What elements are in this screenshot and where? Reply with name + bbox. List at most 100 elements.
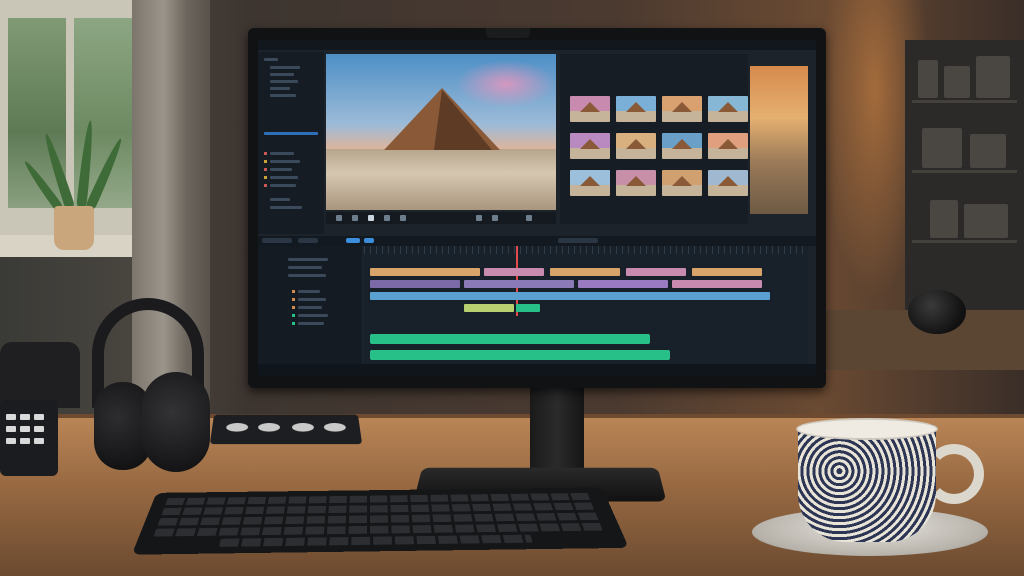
- media-thumbnail[interactable]: [570, 133, 610, 159]
- track-header[interactable]: [298, 306, 322, 309]
- phone-key: [20, 438, 30, 444]
- phone-key: [34, 414, 44, 420]
- scissors-icon[interactable]: [476, 215, 482, 221]
- browser-item[interactable]: [270, 198, 290, 201]
- track-header[interactable]: [298, 314, 328, 317]
- program-viewer[interactable]: [326, 54, 556, 210]
- color-tag-icon: [264, 168, 267, 171]
- media-thumbnail[interactable]: [570, 170, 610, 196]
- play-icon[interactable]: [368, 215, 374, 221]
- browser-item[interactable]: [270, 206, 302, 209]
- track-header[interactable]: [288, 266, 322, 269]
- browser-item[interactable]: [270, 184, 296, 187]
- browser-item[interactable]: [270, 80, 298, 83]
- phone-key: [6, 414, 16, 420]
- video-clip[interactable]: [484, 268, 544, 276]
- browser-item[interactable]: [270, 176, 298, 179]
- track-header[interactable]: [288, 274, 326, 277]
- desk-phone: [0, 400, 58, 476]
- color-tag-icon: [264, 184, 267, 187]
- color-tag-icon: [264, 152, 267, 155]
- browser-item[interactable]: [270, 94, 296, 97]
- audio-clip[interactable]: [370, 334, 650, 344]
- media-thumbnail[interactable]: [616, 96, 656, 122]
- video-clip[interactable]: [692, 268, 762, 276]
- track-header[interactable]: [298, 298, 326, 301]
- shelf-item: [944, 66, 970, 98]
- transport-controls: [326, 212, 556, 224]
- pad-button: [258, 423, 280, 432]
- video-clip[interactable]: [550, 268, 620, 276]
- dark-speaker: [908, 290, 966, 334]
- audio-clip[interactable]: [370, 350, 670, 360]
- browser-item[interactable]: [270, 73, 294, 76]
- status-bar: [258, 364, 816, 376]
- timeline-tab[interactable]: [558, 238, 598, 243]
- gear-icon[interactable]: [526, 215, 532, 221]
- timeline[interactable]: [364, 246, 808, 364]
- media-thumbnail[interactable]: [662, 133, 702, 159]
- color-tag-icon: [264, 160, 267, 163]
- video-clip[interactable]: [464, 304, 514, 312]
- browser-item[interactable]: [270, 66, 300, 69]
- video-clip[interactable]: [370, 268, 480, 276]
- timeline-tab-active[interactable]: [346, 238, 360, 243]
- browser-item[interactable]: [264, 58, 278, 61]
- media-thumbnail[interactable]: [708, 133, 748, 159]
- browser-item[interactable]: [270, 168, 292, 171]
- shelf-board: [912, 100, 1017, 103]
- key-row: [219, 535, 533, 547]
- video-clip[interactable]: [626, 268, 686, 276]
- rewind-icon[interactable]: [336, 215, 342, 221]
- menu-bar[interactable]: [258, 40, 816, 50]
- track-color-icon: [292, 290, 295, 293]
- shelf-item: [918, 60, 938, 98]
- track-color-icon: [292, 298, 295, 301]
- shelf-board: [912, 170, 1017, 173]
- timeline-ruler[interactable]: [364, 246, 808, 254]
- media-thumbnail[interactable]: [662, 170, 702, 196]
- headphones-earcup-right: [142, 372, 210, 472]
- media-thumbnail[interactable]: [708, 96, 748, 122]
- track-color-icon: [292, 322, 295, 325]
- chair-back: [0, 342, 80, 408]
- track-header[interactable]: [288, 258, 328, 261]
- mountain-shadow: [434, 90, 492, 150]
- video-editor-screen: [258, 40, 816, 376]
- phone-key: [6, 426, 16, 432]
- source-preview[interactable]: [750, 66, 808, 214]
- video-clip[interactable]: [672, 280, 762, 288]
- timeline-tab[interactable]: [262, 238, 292, 243]
- track-header[interactable]: [298, 290, 320, 293]
- timeline-tab[interactable]: [364, 238, 374, 243]
- key-row: [153, 523, 604, 537]
- media-thumbnail[interactable]: [708, 170, 748, 196]
- browser-item[interactable]: [270, 152, 294, 155]
- media-thumbnail[interactable]: [570, 96, 610, 122]
- browser-item-selected[interactable]: [264, 132, 318, 135]
- browser-item[interactable]: [270, 160, 300, 163]
- video-clip[interactable]: [370, 280, 460, 288]
- shelf-item: [970, 134, 1006, 168]
- shelf-item: [976, 56, 1010, 98]
- media-thumbnail[interactable]: [616, 133, 656, 159]
- media-thumbnail[interactable]: [616, 170, 656, 196]
- video-clip[interactable]: [516, 304, 540, 312]
- video-clip[interactable]: [464, 280, 574, 288]
- track-header[interactable]: [298, 322, 324, 325]
- media-thumbnail[interactable]: [662, 96, 702, 122]
- step-forward-icon[interactable]: [384, 215, 390, 221]
- plant-pot: [54, 206, 94, 250]
- marker-icon[interactable]: [492, 215, 498, 221]
- pad-button: [292, 423, 314, 432]
- video-clip[interactable]: [578, 280, 668, 288]
- media-browser-panel[interactable]: [258, 52, 324, 234]
- phone-key: [34, 426, 44, 432]
- step-back-icon[interactable]: [352, 215, 358, 221]
- browser-item[interactable]: [270, 87, 290, 90]
- timeline-tab[interactable]: [298, 238, 318, 243]
- pad-button: [226, 423, 249, 432]
- video-clip[interactable]: [370, 292, 770, 300]
- pad-button: [324, 423, 347, 432]
- loop-icon[interactable]: [400, 215, 406, 221]
